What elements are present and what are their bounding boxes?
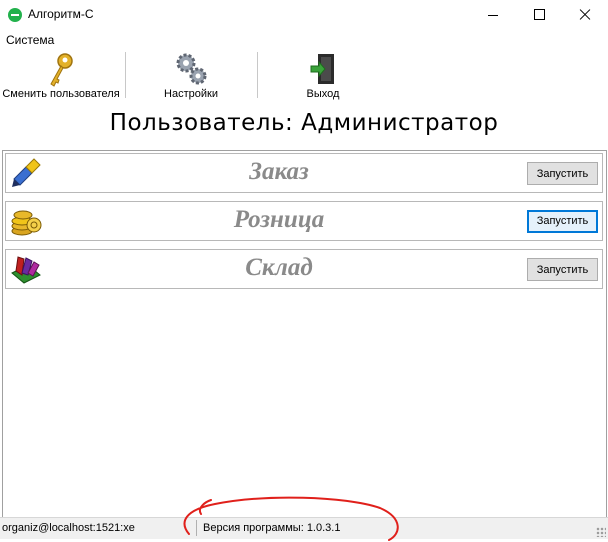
module-name: Склад [245, 254, 313, 281]
exit-button[interactable]: Выход [262, 48, 384, 102]
module-retail: Розница Запустить [5, 201, 603, 241]
coins-icon [11, 210, 42, 236]
resize-grip[interactable] [596, 527, 606, 537]
close-button[interactable] [562, 0, 608, 30]
launch-order-button[interactable]: Запустить [527, 162, 598, 185]
minimize-button[interactable] [470, 0, 516, 30]
red-annotation-circle [183, 496, 399, 541]
menu-item-system[interactable]: Система [6, 33, 54, 47]
switch-user-label: Сменить пользователя [2, 88, 120, 100]
settings-label: Настройки [164, 88, 218, 100]
module-name: Розница [233, 206, 325, 233]
exit-label: Выход [306, 88, 340, 100]
maximize-button[interactable] [516, 0, 562, 30]
user-caption: Пользователь: Администратор [109, 110, 499, 136]
menu-bar: Система [0, 30, 608, 48]
gears-icon [176, 53, 207, 85]
toolbar-separator [257, 52, 258, 98]
books-icon [11, 256, 41, 284]
toolbar: Сменить пользователя Настройки Выход [0, 48, 608, 102]
toolbar-separator [125, 52, 126, 98]
launch-retail-button[interactable]: Запустить [527, 210, 598, 233]
launch-warehouse-button[interactable]: Запустить [527, 258, 598, 281]
exit-door-icon [310, 54, 334, 84]
module-warehouse: Склад Запустить [5, 249, 603, 289]
brush-icon [12, 158, 41, 187]
window-title: Алгоритм-С [28, 7, 94, 21]
switch-user-button[interactable]: Сменить пользователя [0, 48, 122, 102]
app-icon [8, 8, 22, 22]
settings-button[interactable]: Настройки [132, 48, 250, 102]
modules-panel: Заказ Запустить Розница Запустить Склад … [2, 150, 607, 519]
connection-status: organiz@localhost:1521:xe [2, 522, 135, 534]
title-bar: Алгоритм-С [0, 0, 608, 30]
module-name: Заказ [249, 158, 309, 185]
module-order: Заказ Запустить [5, 153, 603, 193]
key-icon [50, 53, 73, 87]
